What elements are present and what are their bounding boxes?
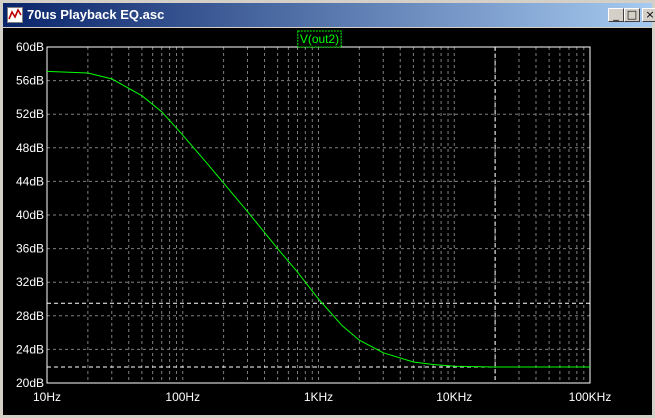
x-tick-label: 100KHz bbox=[569, 390, 612, 404]
window-title: 70us Playback EQ.asc bbox=[27, 7, 165, 22]
y-tick-label: 48dB bbox=[16, 141, 44, 155]
maximize-icon: □ bbox=[626, 8, 638, 21]
y-tick-label: 36dB bbox=[16, 242, 44, 256]
x-tick-label: 100Hz bbox=[165, 390, 200, 404]
close-icon: × bbox=[645, 8, 655, 21]
maximize-button[interactable]: □ bbox=[624, 8, 640, 22]
y-tick-label: 52dB bbox=[16, 107, 44, 121]
x-tick-label: 1KHz bbox=[304, 390, 333, 404]
y-tick-label: 44dB bbox=[16, 174, 44, 188]
y-tick-label: 32dB bbox=[16, 275, 44, 289]
waveform-plot-pane[interactable]: 20dB 24dB 28dB 32dB 36dB 40dB 44dB 48dB 52dB 56dB… bbox=[3, 28, 652, 415]
y-tick-label: 28dB bbox=[16, 309, 44, 323]
trace-label-vout2[interactable]: V(out2) bbox=[300, 32, 339, 46]
x-tick-label: 10Hz bbox=[33, 390, 61, 404]
title-bar[interactable]: 70us Playback EQ.asc _ □ × bbox=[3, 3, 655, 27]
minimize-icon: _ bbox=[613, 8, 619, 21]
y-tick-label: 40dB bbox=[16, 208, 44, 222]
waveform-plot[interactable]: 20dB 24dB 28dB 32dB 36dB 40dB 44dB 48dB 52dB 56dB… bbox=[3, 28, 652, 415]
close-button[interactable]: × bbox=[642, 8, 655, 22]
minimize-button[interactable]: _ bbox=[608, 8, 624, 22]
y-tick-label: 56dB bbox=[16, 74, 44, 88]
y-tick-label: 24dB bbox=[16, 342, 44, 356]
x-tick-label: 10KHz bbox=[436, 390, 472, 404]
application-window: 70us Playback EQ.asc _ □ × 20dB 24dB 28dB 3… bbox=[0, 0, 655, 418]
y-tick-label: 60dB bbox=[16, 40, 44, 54]
waveform-icon[interactable] bbox=[7, 7, 23, 23]
grid bbox=[47, 47, 590, 383]
y-tick-label: 20dB bbox=[16, 376, 44, 390]
